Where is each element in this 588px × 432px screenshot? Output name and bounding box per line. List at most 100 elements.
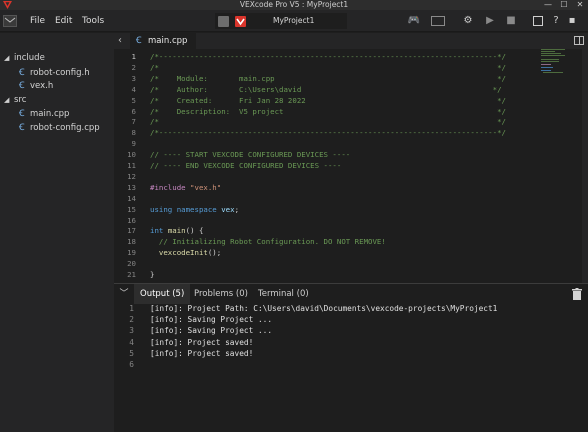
back-arrow-icon[interactable]: ‹ (118, 33, 122, 49)
code-line[interactable]: 1 /*-------------------------------------… (114, 51, 534, 62)
download-run-icon[interactable]: ▶ (484, 15, 496, 27)
app-menu-icon[interactable] (3, 15, 17, 27)
code-text: int main() { (150, 225, 203, 236)
code-token: // ---- END VEXCODE CONFIGURED DEVICES -… (150, 161, 342, 170)
code-token: vex (221, 204, 235, 214)
code-line[interactable]: 20 (114, 258, 534, 269)
file-main-cpp[interactable]: Ꞓmain.cpp (19, 107, 69, 121)
collapse-panel-chevron-icon[interactable]: ﹀ (118, 288, 130, 300)
folder-label: src (14, 95, 27, 105)
code-token: int (150, 226, 168, 236)
line-number: 11 (127, 161, 136, 170)
maximize-button[interactable]: ☐ (558, 0, 570, 10)
code-line[interactable]: 16 (114, 215, 534, 226)
brain-screen-icon[interactable] (430, 15, 446, 27)
file-robot-config-h[interactable]: Ꞓrobot-config.h (19, 66, 90, 80)
split-editor-icon[interactable] (574, 36, 584, 45)
code-text: /* Description: V5 project */ (150, 106, 506, 117)
tab-terminal[interactable]: Terminal (0) (252, 284, 315, 304)
folder-label: include (14, 53, 45, 63)
file-label: vex.h (30, 81, 54, 91)
menu-tools[interactable]: Tools (82, 10, 104, 32)
code-line[interactable]: 15 using namespace vex; (114, 204, 534, 215)
folder-src[interactable]: ◢ src (4, 93, 26, 107)
code-line[interactable]: 6 /* Description: V5 project */ (114, 106, 534, 117)
expand-arrow-icon: ◢ (4, 54, 10, 62)
code-line[interactable]: 3 /* Module: main.cpp */ (114, 73, 534, 84)
code-text: /*--------------------------------------… (150, 51, 506, 62)
code-token: /* Module: main.cpp */ (150, 73, 506, 83)
output-line-number: 2 (129, 315, 134, 325)
line-number: 4 (131, 84, 136, 94)
file-vex-h[interactable]: Ꞓvex.h (19, 79, 53, 93)
code-text: // ---- START VEXCODE CONFIGURED DEVICES… (150, 149, 350, 160)
code-token: /* Created: Fri Jan 28 2022 */ (150, 95, 506, 105)
line-number: 17 (127, 226, 136, 236)
line-number: 6 (131, 106, 136, 116)
feedback-icon[interactable]: ▪ (566, 15, 578, 27)
code-token: /* */ (150, 117, 506, 127)
code-token: /*--------------------------------------… (150, 128, 506, 138)
code-line[interactable]: 10 // ---- START VEXCODE CONFIGURED DEVIC… (114, 149, 534, 160)
line-number: 7 (131, 117, 136, 127)
code-line[interactable]: 4 /* Author: C:\Users\david */ (114, 84, 534, 95)
code-line[interactable]: 11 // ---- END VEXCODE CONFIGURED DEVICES… (114, 160, 534, 171)
devices-icon[interactable]: ⚙ (460, 15, 476, 27)
output-text: [info]: Saving Project ... (150, 315, 273, 325)
code-line[interactable]: 9 (114, 138, 534, 149)
editor-scrollbar[interactable] (582, 49, 588, 283)
title-bar: VEXcode Pro V5 : MyProject1 — ☐ ✕ (0, 0, 588, 10)
menu-file[interactable]: File (30, 10, 45, 32)
line-number: 2 (131, 62, 136, 72)
line-number: 12 (127, 171, 136, 181)
tab-main-cpp[interactable]: Ꞓmain.cpp (130, 33, 196, 49)
cpp-file-icon: Ꞓ (19, 109, 25, 119)
code-token: /* Author: C:\Users\david */ (150, 84, 502, 94)
code-line[interactable]: 12 (114, 171, 534, 182)
cpp-file-icon: Ꞓ (19, 81, 25, 91)
code-text: /* Created: Fri Jan 28 2022 */ (150, 95, 506, 106)
code-token: vexcodeInit (150, 248, 208, 258)
code-line[interactable]: 7 /* */ (114, 116, 534, 127)
menu-edit[interactable]: Edit (55, 10, 72, 32)
code-line[interactable]: 14 (114, 193, 534, 204)
code-token: // ---- START VEXCODE CONFIGURED DEVICES… (150, 150, 351, 160)
project-selector[interactable]: MyProject1 (215, 13, 347, 29)
code-line[interactable]: 21} (114, 269, 534, 280)
minimize-button[interactable]: — (542, 0, 554, 10)
code-line[interactable]: 18 // Initializing Robot Configuration. … (114, 236, 534, 247)
output-line-number: 5 (129, 348, 134, 358)
project-name[interactable]: MyProject1 (273, 13, 314, 29)
code-token: /* Description: V5 project */ (150, 106, 506, 116)
file-robot-config-cpp[interactable]: Ꞓrobot-config.cpp (19, 121, 100, 135)
code-line[interactable]: 5 /* Created: Fri Jan 28 2022 */ (114, 95, 534, 106)
code-text: /* Author: C:\Users\david */ (150, 84, 502, 95)
code-text: /* */ (150, 116, 506, 127)
stop-icon[interactable]: ■ (505, 15, 517, 27)
help-icon[interactable]: ? (550, 15, 562, 27)
code-token: /*--------------------------------------… (150, 52, 506, 61)
clear-output-trash-icon[interactable] (572, 288, 582, 300)
code-line[interactable]: 8 /*-------------------------------------… (114, 127, 534, 138)
code-line[interactable]: 13 #include "vex.h" (114, 182, 534, 193)
brain-icon[interactable] (218, 16, 229, 27)
code-line[interactable]: 17 int main() { (114, 225, 534, 236)
output-line-number: 3 (129, 326, 134, 336)
minimap[interactable] (541, 49, 581, 79)
line-number: 16 (127, 215, 136, 225)
code-editor[interactable]: 1 /*-------------------------------------… (114, 49, 588, 283)
code-text: using namespace vex; (150, 204, 239, 215)
controller-icon[interactable]: 🎮 (405, 15, 423, 27)
tab-problems[interactable]: Problems (0) (188, 284, 254, 304)
line-number: 21 (127, 270, 136, 279)
close-button[interactable]: ✕ (574, 0, 586, 10)
folder-include[interactable]: ◢ include (4, 51, 45, 65)
output-line-number: 6 (129, 360, 134, 369)
tab-output[interactable]: Output (5) (134, 284, 191, 304)
code-line[interactable]: 19 vexcodeInit(); (114, 247, 534, 258)
save-icon[interactable] (532, 15, 544, 27)
code-line[interactable]: 2 /* */ (114, 62, 534, 73)
window-title: VEXcode Pro V5 : MyProject1 (239, 0, 349, 9)
output-text: [info]: Project saved! (150, 337, 254, 347)
code-text: } (150, 269, 154, 280)
